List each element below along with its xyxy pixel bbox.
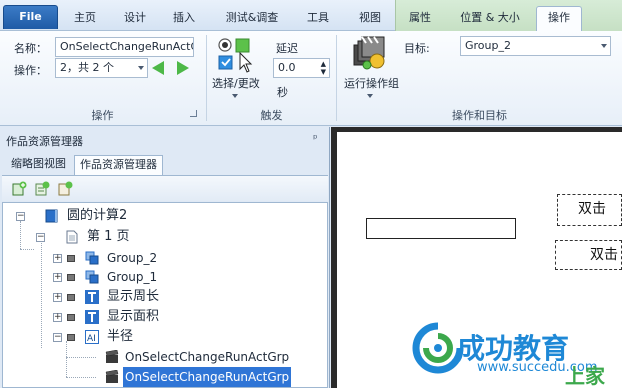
explorer-tree: − 圆的计算2 − 第 1 页 + Group_2 + Group_1 + 显示… bbox=[2, 202, 328, 388]
tree-label: OnSelectChangeRunActGrp bbox=[125, 350, 290, 364]
delay-spinner[interactable]: 0.0 ▲ ▼ bbox=[273, 58, 330, 78]
add-item-icon[interactable] bbox=[58, 181, 73, 196]
expand-icon[interactable]: + bbox=[53, 273, 62, 282]
clapperboard-icon bbox=[105, 350, 119, 363]
group-label-trigger: 触发 bbox=[260, 109, 283, 122]
tab-position-size[interactable]: 位置 & 大小 bbox=[450, 8, 530, 30]
clapperboard-icon bbox=[105, 370, 119, 383]
dashed-text-box[interactable]: 双击 bbox=[555, 240, 622, 270]
tab-test-debug[interactable]: 测试&调查 bbox=[220, 8, 284, 30]
canvas-area: 双击 双击 成功教育 www.succedu.com 上家 bbox=[331, 127, 622, 388]
add-page-icon[interactable] bbox=[12, 181, 27, 196]
visibility-icon[interactable] bbox=[67, 255, 75, 262]
previous-arrow-icon[interactable] bbox=[152, 61, 164, 75]
spin-up-icon[interactable]: ▲ bbox=[321, 61, 326, 68]
panel-title: 作品资源管理器 bbox=[6, 135, 83, 148]
collapse-icon[interactable]: − bbox=[16, 212, 25, 221]
watermark-corner: 上家 bbox=[565, 364, 605, 388]
text-icon bbox=[85, 290, 99, 304]
tab-home[interactable]: 主页 bbox=[68, 8, 102, 30]
tab-thumbnail-view[interactable]: 缩略图视图 bbox=[6, 155, 71, 175]
add-chapter-icon[interactable] bbox=[35, 181, 50, 196]
collapse-icon[interactable]: − bbox=[36, 233, 45, 242]
operation-label: 操作： bbox=[14, 64, 47, 77]
page-canvas[interactable]: 双击 双击 成功教育 www.succedu.com 上家 bbox=[337, 132, 622, 388]
visibility-icon[interactable] bbox=[67, 294, 75, 301]
select-change-label[interactable]: 选择/更改 bbox=[212, 75, 260, 91]
input-field-icon: AI bbox=[85, 330, 99, 344]
name-label: 名称： bbox=[14, 42, 47, 55]
expand-icon[interactable]: + bbox=[53, 293, 62, 302]
target-label: 目标: bbox=[404, 42, 430, 55]
dashed-text-box[interactable]: 双击 bbox=[557, 194, 622, 226]
tree-guide-line bbox=[66, 341, 67, 377]
tree-label: Group_1 bbox=[107, 270, 158, 284]
ribbon-tab-bar: File 主页 设计 插入 测试&调查 工具 视图 属性 位置 & 大小 操作 bbox=[0, 0, 622, 31]
tab-tools[interactable]: 工具 bbox=[300, 8, 336, 30]
name-field[interactable]: OnSelectChangeRunActG bbox=[55, 37, 194, 57]
tree-label: Group_2 bbox=[107, 251, 158, 265]
input-box[interactable] bbox=[366, 218, 516, 239]
tab-file[interactable]: File bbox=[3, 5, 58, 29]
tree-label: 第 1 页 bbox=[87, 229, 130, 244]
pin-icon[interactable]: ᵖ bbox=[313, 132, 318, 145]
target-select[interactable]: Group_2 bbox=[460, 36, 611, 56]
select-change-icon[interactable] bbox=[216, 37, 256, 77]
visibility-icon[interactable] bbox=[67, 274, 75, 281]
tree-label: 显示面积 bbox=[107, 309, 160, 324]
project-explorer-panel: 作品资源管理器 ᵖ 缩略图视图 作品资源管理器 − 圆的计算2 − 第 1 页 … bbox=[0, 127, 330, 388]
tree-guide-line bbox=[66, 357, 96, 358]
tree-label: 显示周长 bbox=[107, 289, 160, 304]
operation-select-value: 2，共 2 个 bbox=[60, 61, 114, 74]
delay-label: 延迟 bbox=[276, 42, 298, 55]
explorer-toolbar bbox=[2, 175, 328, 201]
operation-select[interactable]: 2，共 2 个 bbox=[55, 58, 148, 78]
page-icon bbox=[66, 230, 78, 244]
tree-label: OnSelectChangeRunActGrp bbox=[123, 367, 292, 387]
run-action-group-icon[interactable] bbox=[352, 35, 388, 71]
visibility-icon[interactable] bbox=[67, 314, 75, 321]
tree-label: 半径 bbox=[107, 329, 134, 344]
tab-view[interactable]: 视图 bbox=[352, 8, 388, 30]
chevron-down-icon[interactable] bbox=[232, 94, 238, 98]
collapse-icon[interactable]: − bbox=[53, 333, 62, 342]
chevron-down-icon[interactable] bbox=[367, 94, 373, 98]
svg-text:AI: AI bbox=[87, 334, 96, 344]
tree-guide-line bbox=[66, 377, 96, 378]
chevron-down-icon bbox=[601, 44, 607, 48]
group-icon bbox=[85, 251, 99, 265]
expand-icon[interactable]: + bbox=[53, 313, 62, 322]
ribbon-panel: 名称： OnSelectChangeRunActG 操作： 2，共 2 个 操作… bbox=[0, 31, 622, 126]
tab-insert[interactable]: 插入 bbox=[166, 8, 202, 30]
expand-icon[interactable]: + bbox=[53, 254, 62, 263]
run-action-group-label[interactable]: 运行操作组 bbox=[344, 75, 399, 91]
tab-properties[interactable]: 属性 bbox=[400, 8, 440, 30]
group-label-operation-target: 操作和目标 bbox=[452, 109, 507, 122]
tab-actions[interactable]: 操作 bbox=[536, 6, 582, 31]
group-icon bbox=[85, 270, 99, 284]
tree-label: 圆的计算2 bbox=[67, 208, 128, 223]
target-select-value: Group_2 bbox=[465, 39, 511, 52]
visibility-icon[interactable] bbox=[67, 334, 75, 341]
text-icon bbox=[85, 310, 99, 324]
next-arrow-icon[interactable] bbox=[177, 61, 189, 75]
book-icon bbox=[45, 209, 58, 223]
group-label-operation: 操作 bbox=[91, 109, 114, 122]
tab-design[interactable]: 设计 bbox=[118, 8, 152, 30]
tree-guide-line bbox=[41, 241, 42, 348]
dialog-launcher-icon[interactable] bbox=[190, 110, 197, 117]
tree-guide-line bbox=[20, 249, 34, 250]
spin-down-icon[interactable]: ▼ bbox=[321, 69, 326, 76]
tree-guide-line bbox=[20, 221, 21, 249]
seconds-label: 秒 bbox=[277, 86, 288, 99]
tab-project-explorer[interactable]: 作品资源管理器 bbox=[74, 155, 163, 175]
delay-value: 0.0 bbox=[278, 61, 296, 74]
chevron-down-icon bbox=[138, 66, 144, 70]
